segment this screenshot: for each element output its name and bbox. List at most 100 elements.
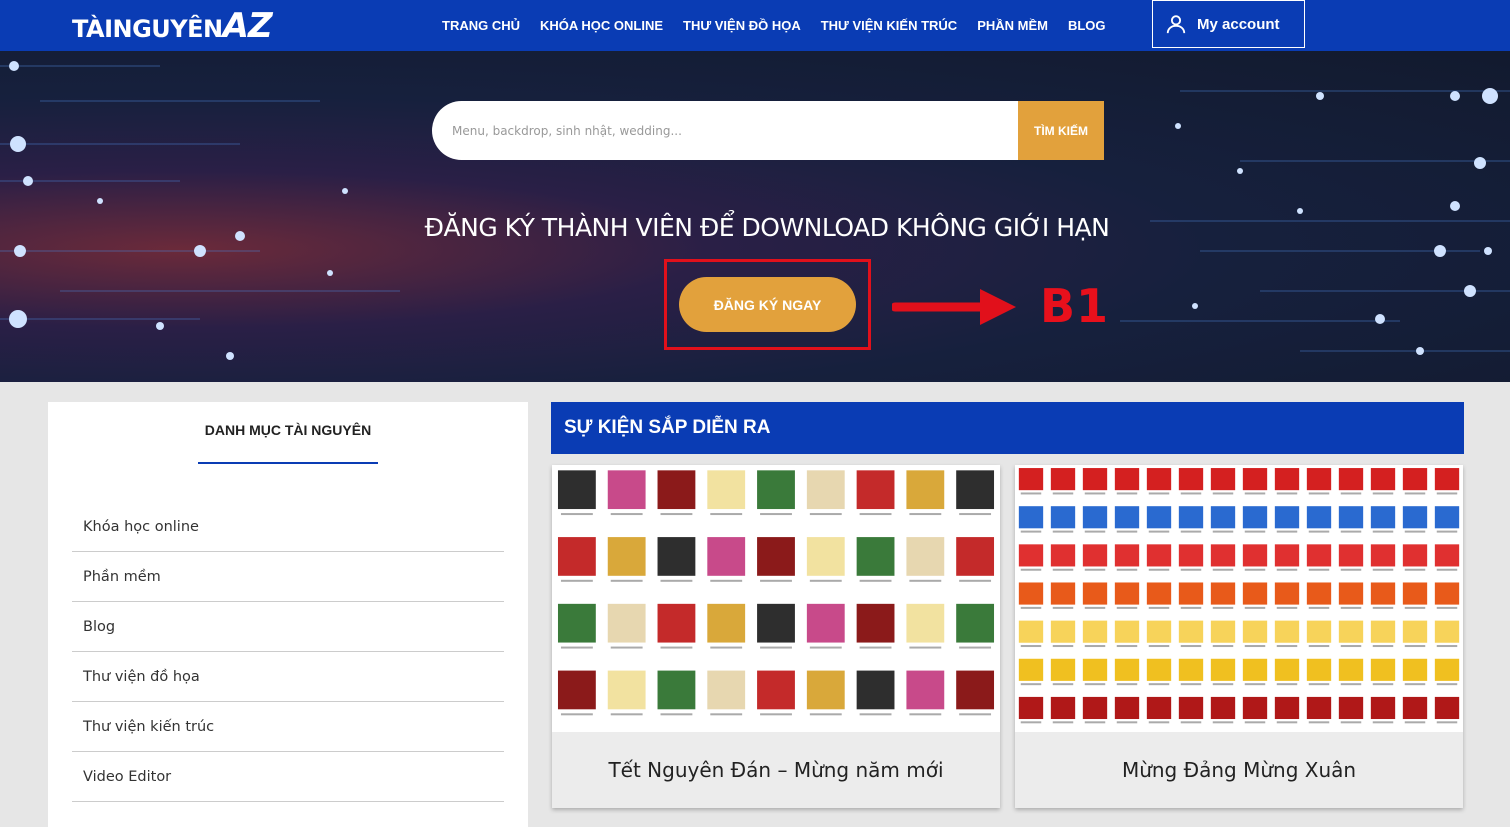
thumbnail-caption-line [1180, 530, 1202, 533]
thumbnail-caption-line [1148, 645, 1170, 648]
thumbnail-tile [707, 470, 746, 510]
thumbnail-tile [1370, 506, 1396, 529]
thumbnail-caption-line [1340, 721, 1362, 724]
event-title[interactable]: Mừng Đảng Mừng Xuân [1015, 732, 1463, 808]
thumbnail-caption-line [909, 646, 942, 649]
hero-banner: TÌM KIẾM ĐĂNG KÝ THÀNH VIÊN ĐỂ DOWNLOAD … [0, 51, 1510, 382]
thumbnail-tile [1242, 620, 1268, 643]
thumbnail-tile [607, 670, 646, 710]
thumbnail-tile [1146, 468, 1172, 491]
event-card[interactable]: Tết Nguyên Đán – Mừng năm mới [552, 465, 1000, 808]
category-item-khoa-hoc-online[interactable]: Khóa học online [72, 502, 504, 552]
category-item-thu-vien-do-hoa[interactable]: Thư viện đồ họa [72, 652, 504, 702]
thumbnail-caption-line [1212, 530, 1234, 533]
thumbnail-caption-line [1116, 492, 1138, 495]
event-thumbnail[interactable] [552, 465, 1000, 732]
event-title[interactable]: Tết Nguyên Đán – Mừng năm mới [552, 732, 1000, 808]
thumbnail-tile [1050, 544, 1076, 567]
thumbnail-caption-line [1084, 606, 1106, 609]
thumbnail-caption-line [1020, 568, 1042, 571]
thumbnail-caption-line [1276, 721, 1298, 724]
thumbnail-tile [1114, 544, 1140, 567]
thumbnail-caption-line [1148, 606, 1170, 609]
thumbnail-tile [1210, 544, 1236, 567]
thumbnail-tile [1050, 658, 1076, 681]
thumbnail-caption-line [1372, 606, 1394, 609]
main-nav: TRANG CHỦ KHÓA HỌC ONLINE THƯ VIỆN ĐỒ HỌ… [432, 0, 1116, 51]
event-thumbnail[interactable] [1015, 465, 1463, 732]
thumbnail-caption-line [710, 713, 743, 716]
thumbnail-tile [1338, 544, 1364, 567]
thumbnail-caption-line [1436, 492, 1458, 495]
thumbnail-tile [1306, 582, 1332, 605]
thumbnail-tile [1306, 468, 1332, 491]
thumbnail-caption-line [1212, 721, 1234, 724]
thumbnail-caption-line [1180, 606, 1202, 609]
search-input[interactable] [432, 101, 1018, 160]
thumbnail-caption-line [1244, 645, 1266, 648]
thumbnail-caption-line [859, 579, 892, 582]
thumbnail-tile [1210, 468, 1236, 491]
thumbnail-caption-line [1340, 606, 1362, 609]
thumbnail-caption-line [959, 713, 992, 716]
thumbnail-caption-line [1340, 530, 1362, 533]
thumbnail-grid-image [557, 470, 995, 716]
my-account-button[interactable]: My account [1152, 0, 1305, 48]
thumbnail-caption-line [959, 646, 992, 649]
thumbnail-tile [1338, 506, 1364, 529]
thumbnail-caption-line [1276, 683, 1298, 686]
thumbnail-caption-line [1148, 721, 1170, 724]
category-item-phan-mem[interactable]: Phần mềm [72, 552, 504, 602]
signup-now-button[interactable]: ĐĂNG KÝ NGAY [679, 277, 856, 332]
thumbnail-caption-line [1436, 530, 1458, 533]
thumbnail-tile [1274, 582, 1300, 605]
category-item-video-editor[interactable]: Video Editor [72, 752, 504, 802]
thumbnail-caption-line [760, 713, 792, 716]
thumbnail-caption-line [1212, 568, 1234, 571]
nav-thu-vien-do-hoa[interactable]: THƯ VIỆN ĐỒ HỌA [683, 18, 801, 33]
category-item-thu-vien-kien-truc[interactable]: Thư viện kiến trúc [72, 702, 504, 752]
thumbnail-tile [1018, 468, 1044, 491]
thumbnail-tile [1178, 506, 1204, 529]
nav-phan-mem[interactable]: PHẦN MỀM [977, 18, 1048, 33]
arrow-left-icon [892, 289, 1016, 325]
thumbnail-tile [1114, 696, 1140, 720]
thumbnail-tile [1114, 468, 1140, 491]
thumbnail-tile [757, 537, 795, 576]
event-card[interactable]: Mừng Đảng Mừng Xuân [1015, 465, 1463, 808]
thumbnail-caption-line [1404, 721, 1426, 724]
nav-blog[interactable]: BLOG [1068, 18, 1106, 33]
thumbnail-tile [1178, 582, 1204, 605]
thumbnail-tile [956, 603, 995, 643]
thumbnail-tile [956, 670, 995, 710]
thumbnail-caption-line [1340, 683, 1362, 686]
thumbnail-tile [1402, 658, 1428, 681]
thumbnail-caption-line [1340, 645, 1362, 648]
site-logo[interactable]: TÀINGUYÊNAZ [72, 6, 273, 46]
thumbnail-caption-line [1372, 683, 1394, 686]
nav-khoa-hoc-online[interactable]: KHÓA HỌC ONLINE [540, 18, 663, 33]
thumbnail-caption-line [1372, 568, 1394, 571]
thumbnail-tile [1050, 468, 1076, 491]
thumbnail-caption-line [1180, 645, 1202, 648]
search-button[interactable]: TÌM KIẾM [1018, 101, 1104, 160]
nav-thu-vien-kien-truc[interactable]: THƯ VIỆN KIẾN TRÚC [821, 18, 957, 33]
thumbnail-caption-line [1308, 530, 1330, 533]
thumbnail-caption-line [1276, 645, 1298, 648]
thumbnail-caption-line [1436, 568, 1458, 571]
thumbnail-caption-line [1020, 492, 1042, 495]
category-item-blog[interactable]: Blog [72, 602, 504, 652]
thumbnail-caption-line [1308, 683, 1330, 686]
thumbnail-tile [557, 670, 596, 710]
thumbnail-tile [1242, 582, 1268, 605]
thumbnail-caption-line [1116, 645, 1138, 648]
thumbnail-caption-line [660, 646, 693, 649]
thumbnail-caption-line [809, 513, 842, 516]
nav-trang-chu[interactable]: TRANG CHỦ [442, 18, 520, 33]
thumbnail-tile [1370, 620, 1396, 643]
thumbnail-tile [1338, 696, 1364, 720]
thumbnail-caption-line [1084, 721, 1106, 724]
thumbnail-tile [1274, 620, 1300, 643]
thumbnail-caption-line [1212, 683, 1234, 686]
thumbnail-tile [1210, 620, 1236, 643]
